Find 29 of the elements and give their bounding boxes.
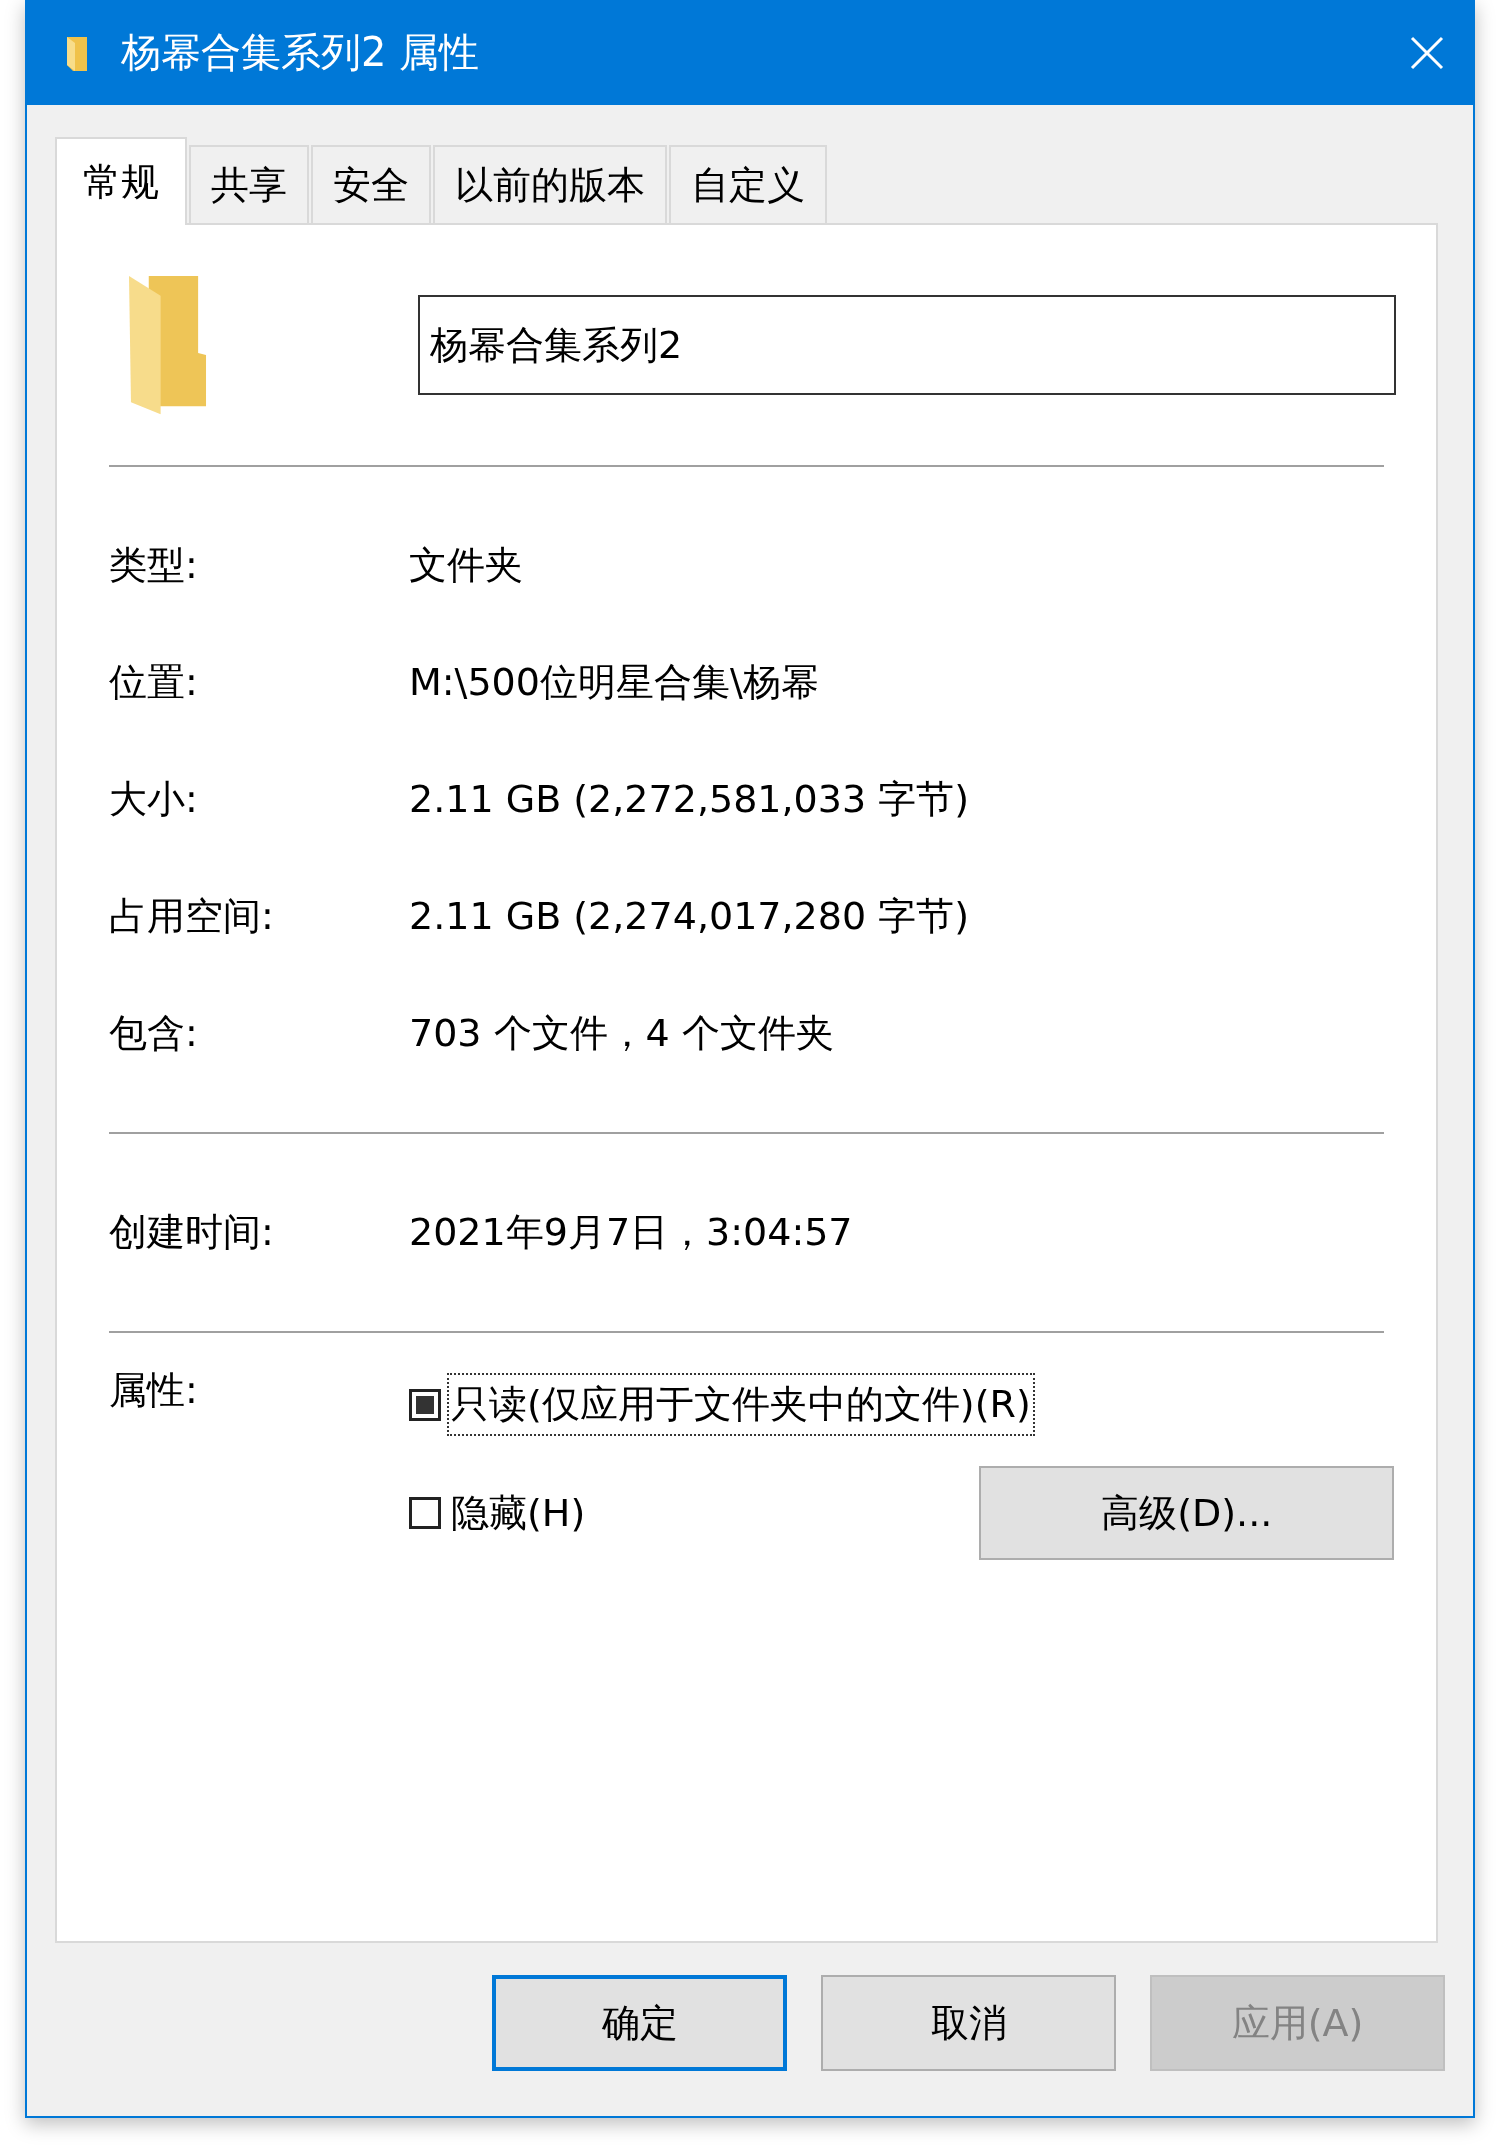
- property-value: 2.11 GB (2,272,581,033 字节): [409, 776, 970, 823]
- property-label: 大小:: [109, 776, 199, 823]
- name-field[interactable]: 杨幂合集系列2: [418, 295, 1396, 395]
- tab[interactable]: 常规: [55, 137, 187, 225]
- dialog-button[interactable]: 确定: [492, 1975, 787, 2071]
- close-icon[interactable]: [1409, 34, 1445, 71]
- tab[interactable]: 以前的版本: [433, 145, 667, 223]
- checkbox-label[interactable]: 隐藏(H): [447, 1481, 590, 1545]
- property-label: 位置:: [109, 659, 199, 706]
- property-value: M:\500位明星合集\杨幂: [409, 659, 819, 706]
- checkbox[interactable]: [409, 1388, 441, 1421]
- tab[interactable]: 共享: [189, 145, 309, 223]
- checkbox-label[interactable]: 只读(仅应用于文件夹中的文件)(R): [447, 1373, 1035, 1436]
- property-value: 703 个文件，4 个文件夹: [409, 1010, 834, 1057]
- property-label: 属性:: [109, 1367, 199, 1414]
- property-label: 创建时间:: [109, 1209, 275, 1256]
- property-label: 类型:: [109, 542, 199, 589]
- property-value: 2021年9月7日，3:04:57: [409, 1209, 853, 1256]
- advanced-button[interactable]: 高级(D)...: [979, 1466, 1395, 1560]
- checkbox[interactable]: [409, 1497, 441, 1529]
- window-title: 杨幂合集系列2 属性: [121, 28, 481, 77]
- dialog-button[interactable]: 取消: [821, 1975, 1116, 2071]
- property-label: 包含:: [109, 1010, 199, 1057]
- property-value: 2.11 GB (2,274,017,280 字节): [409, 893, 970, 940]
- property-value: 文件夹: [409, 542, 523, 589]
- tab[interactable]: 安全: [311, 145, 431, 223]
- property-label: 占用空间:: [109, 893, 275, 940]
- folder-icon: [129, 275, 208, 415]
- tab[interactable]: 自定义: [669, 145, 827, 223]
